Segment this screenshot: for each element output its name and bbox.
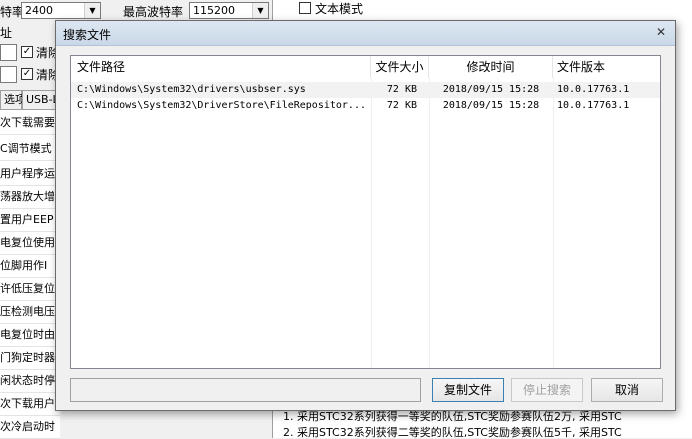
file-size: 72 KB — [386, 84, 417, 95]
file-path: C:\Windows\System32\DriverStore\FileRepo… — [77, 100, 366, 111]
tab-options[interactable]: 选项 — [0, 90, 26, 109]
option-tabs: 选项 USB-L — [0, 90, 60, 109]
eeprom-address-input[interactable] — [0, 66, 17, 83]
max-baud-value: 115200 — [193, 4, 235, 17]
column-header-size[interactable]: 文件大小 — [371, 56, 429, 78]
options-list: 次下载需要 C调节模式 用户程序运 荡器放大增 置用户EEP 电复位使用 位脚用… — [0, 109, 60, 439]
file-modified: 2018/09/15 15:28 — [442, 100, 540, 111]
list-item[interactable]: 闲状态时停 — [0, 370, 60, 393]
column-divider — [429, 78, 430, 368]
file-list-header: 文件路径 文件大小 修改时间 文件版本 — [71, 56, 660, 78]
table-row[interactable]: C:\Windows\System32\DriverStore\FileRepo… — [71, 98, 660, 114]
dialog-titlebar[interactable]: 搜索文件 ✕ — [56, 21, 675, 46]
list-item[interactable]: 压检测电压 — [0, 301, 60, 324]
text-mode-checkbox[interactable] — [299, 2, 311, 14]
file-size: 72 KB — [386, 100, 417, 111]
list-item[interactable]: C调节模式 — [0, 138, 60, 161]
column-header-path[interactable]: 文件路径 — [71, 56, 371, 78]
column-header-version[interactable]: 文件版本 — [553, 56, 660, 78]
column-divider — [371, 78, 372, 368]
list-item[interactable]: 门狗定时器 — [0, 347, 60, 370]
list-item[interactable]: 电复位时由 — [0, 324, 60, 347]
file-version: 10.0.17763.1 — [557, 100, 630, 111]
list-item[interactable]: 次冷启动时 — [0, 416, 60, 439]
list-item[interactable]: 次下载用户 — [0, 393, 60, 416]
list-item[interactable]: 荡器放大增 — [0, 186, 60, 209]
list-item[interactable]: 位脚用作I — [0, 255, 60, 278]
chevron-down-icon: ▼ — [252, 3, 268, 18]
info-line-2: 2. 采用STC32系列获得二等奖的队伍,STC奖励参赛队伍5千, 采用STC — [283, 426, 622, 438]
column-divider — [553, 78, 554, 368]
max-baud-select[interactable]: 115200 ▼ — [189, 2, 269, 19]
max-baud-label: 最高波特率 — [123, 5, 184, 19]
dialog-title: 搜索文件 — [63, 28, 112, 42]
search-status-box — [70, 378, 421, 402]
baud-select[interactable]: 2400 ▼ — [21, 2, 101, 19]
table-row[interactable]: C:\Windows\System32\drivers\usbser.sys 7… — [71, 82, 660, 98]
column-header-modified[interactable]: 修改时间 — [429, 56, 553, 78]
file-path: C:\Windows\System32\drivers\usbser.sys — [77, 84, 306, 95]
address-label: 址 — [0, 26, 13, 40]
close-icon[interactable]: ✕ — [653, 25, 669, 40]
cancel-button[interactable]: 取消 — [591, 378, 663, 402]
chevron-down-icon: ▼ — [84, 3, 100, 18]
copy-files-button[interactable]: 复制文件 — [432, 378, 504, 402]
list-item[interactable]: 用户程序运 — [0, 163, 60, 186]
list-item[interactable]: 次下载需要 — [0, 112, 60, 135]
file-modified: 2018/09/15 15:28 — [442, 84, 540, 95]
clear-checkbox-1[interactable]: ✓ — [21, 46, 33, 58]
file-version: 10.0.17763.1 — [557, 84, 630, 95]
stop-search-button[interactable]: 停止搜索 — [511, 378, 583, 402]
file-list[interactable]: 文件路径 文件大小 修改时间 文件版本 C:\Windows\System32\… — [70, 55, 661, 369]
clear-checkbox-2[interactable]: ✓ — [21, 68, 33, 80]
list-item[interactable]: 电复位使用 — [0, 232, 60, 255]
baud-value: 2400 — [25, 4, 53, 17]
list-item[interactable]: 许低压复位 — [0, 278, 60, 301]
list-item[interactable]: 置用户EEP — [0, 209, 60, 232]
text-mode-label: 文本模式 — [315, 2, 364, 16]
search-files-dialog: 搜索文件 ✕ 文件路径 文件大小 修改时间 文件版本 C:\Windows\Sy… — [55, 20, 676, 411]
start-address-input[interactable] — [0, 44, 17, 61]
